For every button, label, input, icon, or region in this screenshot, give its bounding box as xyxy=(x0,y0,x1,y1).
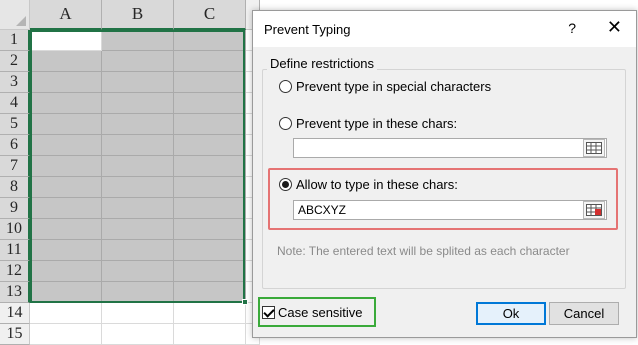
cell[interactable] xyxy=(102,72,174,93)
cell[interactable] xyxy=(30,135,102,156)
range-picker-icon xyxy=(586,204,602,216)
cell[interactable] xyxy=(174,93,246,114)
case-sensitive-label: Case sensitive xyxy=(278,305,363,320)
option-special-chars[interactable]: Prevent type in special characters xyxy=(279,79,491,94)
note-text: Note: The entered text will be splited a… xyxy=(277,244,570,258)
cell[interactable] xyxy=(102,240,174,261)
cell[interactable] xyxy=(30,114,102,135)
cell[interactable] xyxy=(102,93,174,114)
cell[interactable] xyxy=(30,30,102,51)
close-button[interactable]: ✕ xyxy=(607,17,622,38)
row-header-9[interactable]: 9 xyxy=(0,198,30,219)
row-header-6[interactable]: 6 xyxy=(0,135,30,156)
dialog-title: Prevent Typing xyxy=(264,22,351,37)
row-header-14[interactable]: 14 xyxy=(0,303,30,324)
cell[interactable] xyxy=(30,303,102,324)
row-header-3[interactable]: 3 xyxy=(0,72,30,93)
cell[interactable] xyxy=(102,51,174,72)
column-header-a[interactable]: A xyxy=(30,0,102,30)
help-button[interactable]: ? xyxy=(568,20,576,36)
cell[interactable] xyxy=(174,261,246,282)
group-label: Define restrictions xyxy=(267,56,378,71)
allow-chars-input[interactable]: ABCXYZ xyxy=(293,200,607,220)
range-picker-icon xyxy=(586,142,602,154)
column-header-b[interactable]: B xyxy=(102,0,174,30)
row-header-10[interactable]: 10 xyxy=(0,219,30,240)
cell[interactable] xyxy=(30,282,102,303)
case-sensitive-option[interactable]: Case sensitive xyxy=(262,305,363,320)
cell[interactable] xyxy=(102,282,174,303)
fill-handle[interactable] xyxy=(242,299,248,305)
row-header-2[interactable]: 2 xyxy=(0,51,30,72)
radio-allow-chars[interactable] xyxy=(279,178,292,191)
prevent-typing-dialog: Prevent Typing ? ✕ Define restrictions P… xyxy=(252,10,637,338)
cell[interactable] xyxy=(102,324,174,345)
allow-chars-picker-button[interactable] xyxy=(583,201,605,219)
row-header-13[interactable]: 13 xyxy=(0,282,30,303)
row-header-7[interactable]: 7 xyxy=(0,156,30,177)
ok-button[interactable]: Ok xyxy=(476,302,546,325)
spreadsheet: A B C 1 2 3 4 5 6 7 8 9 10 11 12 13 14 15 xyxy=(0,0,260,345)
cell[interactable] xyxy=(174,135,246,156)
cell[interactable] xyxy=(102,198,174,219)
cell[interactable] xyxy=(102,303,174,324)
cell[interactable] xyxy=(174,114,246,135)
option-special-chars-label: Prevent type in special characters xyxy=(296,79,492,94)
cell[interactable] xyxy=(30,156,102,177)
cell[interactable] xyxy=(102,177,174,198)
cancel-button[interactable]: Cancel xyxy=(549,302,619,325)
cell[interactable] xyxy=(174,72,246,93)
cell[interactable] xyxy=(102,156,174,177)
cell[interactable] xyxy=(102,261,174,282)
cell[interactable] xyxy=(174,198,246,219)
option-prevent-chars-label: Prevent type in these chars: xyxy=(296,116,458,131)
row-header-8[interactable]: 8 xyxy=(0,177,30,198)
cell[interactable] xyxy=(30,93,102,114)
option-prevent-chars[interactable]: Prevent type in these chars: xyxy=(279,116,457,131)
cell[interactable] xyxy=(102,219,174,240)
cell[interactable] xyxy=(174,30,246,51)
cell[interactable] xyxy=(174,156,246,177)
cell[interactable] xyxy=(174,240,246,261)
prevent-chars-input[interactable] xyxy=(293,138,607,158)
option-allow-chars-label: Allow to type in these chars: xyxy=(296,177,458,192)
column-header-c[interactable]: C xyxy=(174,0,246,30)
cell[interactable] xyxy=(102,30,174,51)
row-header-4[interactable]: 4 xyxy=(0,93,30,114)
option-allow-chars[interactable]: Allow to type in these chars: xyxy=(279,177,458,192)
cell[interactable] xyxy=(30,261,102,282)
cell[interactable] xyxy=(102,135,174,156)
cell[interactable] xyxy=(30,219,102,240)
dialog-titlebar[interactable]: Prevent Typing ? ✕ xyxy=(253,11,636,47)
cell[interactable] xyxy=(174,177,246,198)
row-header-15[interactable]: 15 xyxy=(0,324,30,345)
cell[interactable] xyxy=(30,72,102,93)
cell[interactable] xyxy=(102,114,174,135)
cell[interactable] xyxy=(174,219,246,240)
cell[interactable] xyxy=(30,324,102,345)
cell[interactable] xyxy=(174,303,246,324)
cell[interactable] xyxy=(30,198,102,219)
cell[interactable] xyxy=(30,240,102,261)
cell[interactable] xyxy=(30,51,102,72)
row-header-11[interactable]: 11 xyxy=(0,240,30,261)
prevent-chars-picker-button[interactable] xyxy=(583,139,605,157)
row-header-5[interactable]: 5 xyxy=(0,114,30,135)
row-header-1[interactable]: 1 xyxy=(0,30,30,51)
row-header-12[interactable]: 12 xyxy=(0,261,30,282)
cell[interactable] xyxy=(174,282,246,303)
cell[interactable] xyxy=(30,177,102,198)
cell[interactable] xyxy=(174,51,246,72)
case-sensitive-checkbox[interactable] xyxy=(262,306,275,319)
radio-prevent-chars[interactable] xyxy=(279,117,292,130)
radio-special-chars[interactable] xyxy=(279,80,292,93)
cell[interactable] xyxy=(174,324,246,345)
select-all-corner[interactable] xyxy=(0,0,30,30)
